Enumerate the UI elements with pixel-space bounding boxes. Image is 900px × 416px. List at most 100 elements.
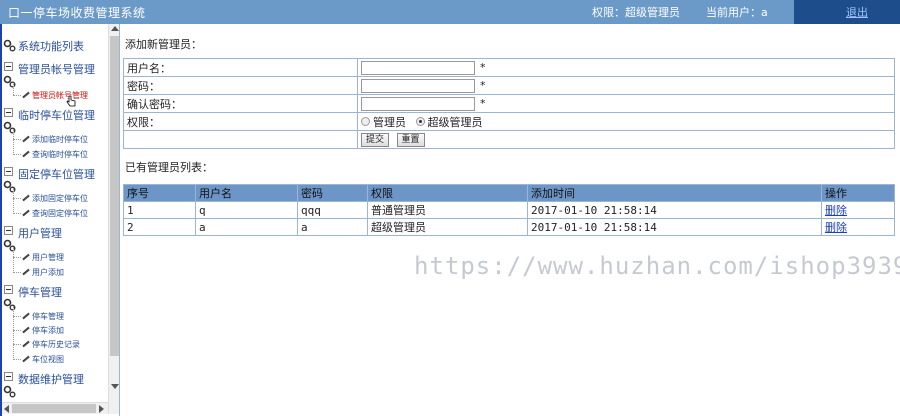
sidebar-item-label: 查询临时停车位	[32, 150, 88, 159]
scroll-down-icon[interactable]	[111, 384, 119, 389]
gear-icon	[3, 121, 16, 134]
username-input[interactable]	[361, 60, 475, 75]
sidebar-group-user[interactable]: 用户管理	[18, 225, 62, 241]
table-row: 2 a a 超级管理员 2017-01-10 21:58:14 删除	[123, 218, 895, 236]
edit-icon	[22, 254, 31, 260]
sidebar-group-data-maintenance[interactable]: 数据维护管理	[18, 371, 84, 387]
tree-line	[13, 129, 14, 155]
password-cell: *	[357, 76, 895, 95]
tree-line	[13, 344, 21, 345]
collapse-icon[interactable]	[4, 108, 13, 117]
sidebar-item-label: 查询固定停车位	[32, 209, 88, 218]
sidebar-item-label: 停车管理	[32, 312, 64, 321]
tree-line	[13, 272, 21, 273]
sidebar: 系统功能列表 管理员帐号管理 管理员帐号管理 临时停车位管理 添加临时停车位 查…	[0, 24, 120, 416]
hand-cursor-icon	[66, 95, 76, 107]
table-row: 1 q qqq 普通管理员 2017-01-10 21:58:14 删除	[123, 201, 895, 219]
collapse-icon[interactable]	[4, 285, 13, 294]
cell-action: 删除	[821, 201, 895, 219]
scrollbar-thumb[interactable]	[110, 36, 119, 356]
column-header-password: 密码	[297, 184, 368, 202]
cell-added-time: 2017-01-10 21:58:14	[527, 201, 822, 219]
scroll-up-icon[interactable]	[111, 26, 119, 31]
column-header-index: 序号	[123, 184, 196, 202]
sidebar-item-add-fixed-parking[interactable]: 添加固定停车位	[22, 193, 88, 204]
sidebar-item-admin-account[interactable]: 管理员帐号管理	[22, 90, 88, 101]
username-cell: *	[357, 58, 895, 77]
permission-text: 权限：超级管理员	[592, 6, 680, 19]
cell-role: 普通管理员	[367, 201, 528, 219]
column-header-action: 操作	[821, 184, 895, 202]
edit-icon	[22, 195, 31, 201]
empty-cell	[123, 130, 358, 149]
sidebar-group-parking[interactable]: 停车管理	[18, 284, 62, 300]
required-mark: *	[480, 60, 486, 74]
submit-button[interactable]: 提交	[361, 132, 390, 147]
tree-line	[13, 330, 21, 331]
sidebar-item-label: 停车添加	[32, 326, 64, 335]
tree-line	[13, 154, 21, 155]
sidebar-item-label: 车位视图	[32, 355, 64, 364]
sidebar-item-user-manage[interactable]: 用户管理	[22, 252, 64, 263]
role-admin-radio[interactable]	[361, 117, 370, 126]
password-label: 密码：	[123, 76, 358, 95]
sidebar-group-temp-parking[interactable]: 临时停车位管理	[18, 107, 95, 123]
scroll-right-icon[interactable]	[99, 405, 104, 413]
collapse-icon[interactable]	[4, 372, 13, 381]
sidebar-item-label: 添加临时停车位	[32, 135, 88, 144]
tree-line	[13, 316, 21, 317]
confirm-password-cell: *	[357, 94, 895, 113]
gear-icon	[3, 239, 16, 252]
scroll-left-icon[interactable]	[4, 405, 9, 413]
sidebar-item-query-temp-parking[interactable]: 查询临时停车位	[22, 149, 88, 160]
edit-icon	[22, 327, 31, 333]
delete-link[interactable]: 删除	[825, 204, 847, 217]
collapse-icon[interactable]	[4, 167, 13, 176]
required-mark: *	[480, 96, 486, 110]
sidebar-item-parking-add[interactable]: 停车添加	[22, 325, 64, 336]
form-row: 用户名： *	[123, 58, 895, 77]
sidebar-item-add-temp-parking[interactable]: 添加临时停车位	[22, 134, 88, 145]
gear-icon	[3, 385, 16, 398]
sidebar-item-space-view[interactable]: 车位视图	[22, 354, 64, 365]
role-admin-label: 管理员	[373, 115, 406, 129]
sidebar-item-parking-history[interactable]: 停车历史记录	[22, 339, 80, 350]
admin-list-table: 序号 用户名 密码 权限 添加时间 操作 1 q qqq 普通管理员 2017-…	[123, 184, 895, 236]
reset-button[interactable]: 重置	[396, 132, 425, 147]
form-row: 权限： 管理员 超级管理员	[123, 112, 895, 131]
buttons-cell: 提交 重置	[357, 130, 895, 149]
current-user-text: 当前用户：a	[706, 6, 768, 19]
permission-cell: 管理员 超级管理员	[357, 112, 895, 131]
sidebar-vertical-scrollbar[interactable]	[108, 24, 119, 414]
tree-line	[13, 359, 21, 360]
collapse-icon[interactable]	[4, 62, 13, 71]
role-super-radio[interactable]	[415, 117, 425, 126]
tree-line	[13, 306, 14, 360]
app-header: 口一停车场收费管理系统 权限：超级管理员 当前用户：a 退出	[0, 0, 900, 24]
sidebar-item-label: 用户管理	[32, 253, 64, 262]
table-header-row: 序号 用户名 密码 权限 添加时间 操作	[123, 184, 895, 202]
cell-password: qqq	[297, 201, 368, 219]
sidebar-item-query-fixed-parking[interactable]: 查询固定停车位	[22, 208, 88, 219]
sidebar-group-fixed-parking[interactable]: 固定停车位管理	[18, 166, 95, 182]
scrollbar-thumb[interactable]	[12, 404, 96, 413]
delete-link[interactable]: 删除	[825, 221, 847, 234]
collapse-icon[interactable]	[4, 226, 13, 235]
username-label: 用户名：	[123, 58, 358, 77]
sidebar-horizontal-scrollbar[interactable]	[2, 402, 108, 414]
confirm-password-label: 确认密码：	[123, 94, 358, 113]
sidebar-item-parking-manage[interactable]: 停车管理	[22, 311, 64, 322]
logout-link[interactable]: 退出	[846, 4, 868, 20]
password-input[interactable]	[361, 78, 475, 93]
column-header-username: 用户名	[195, 184, 298, 202]
confirm-password-input[interactable]	[361, 96, 475, 111]
sidebar-group-admin-account[interactable]: 管理员帐号管理	[18, 61, 95, 77]
gear-icon	[3, 75, 16, 88]
form-row: 密码： *	[123, 76, 895, 95]
sidebar-item-user-add[interactable]: 用户添加	[22, 267, 64, 278]
tree-line	[13, 84, 14, 95]
tree-line	[13, 213, 21, 214]
cell-action: 删除	[821, 218, 895, 236]
cell-index: 1	[123, 201, 196, 219]
edit-icon	[22, 136, 31, 142]
